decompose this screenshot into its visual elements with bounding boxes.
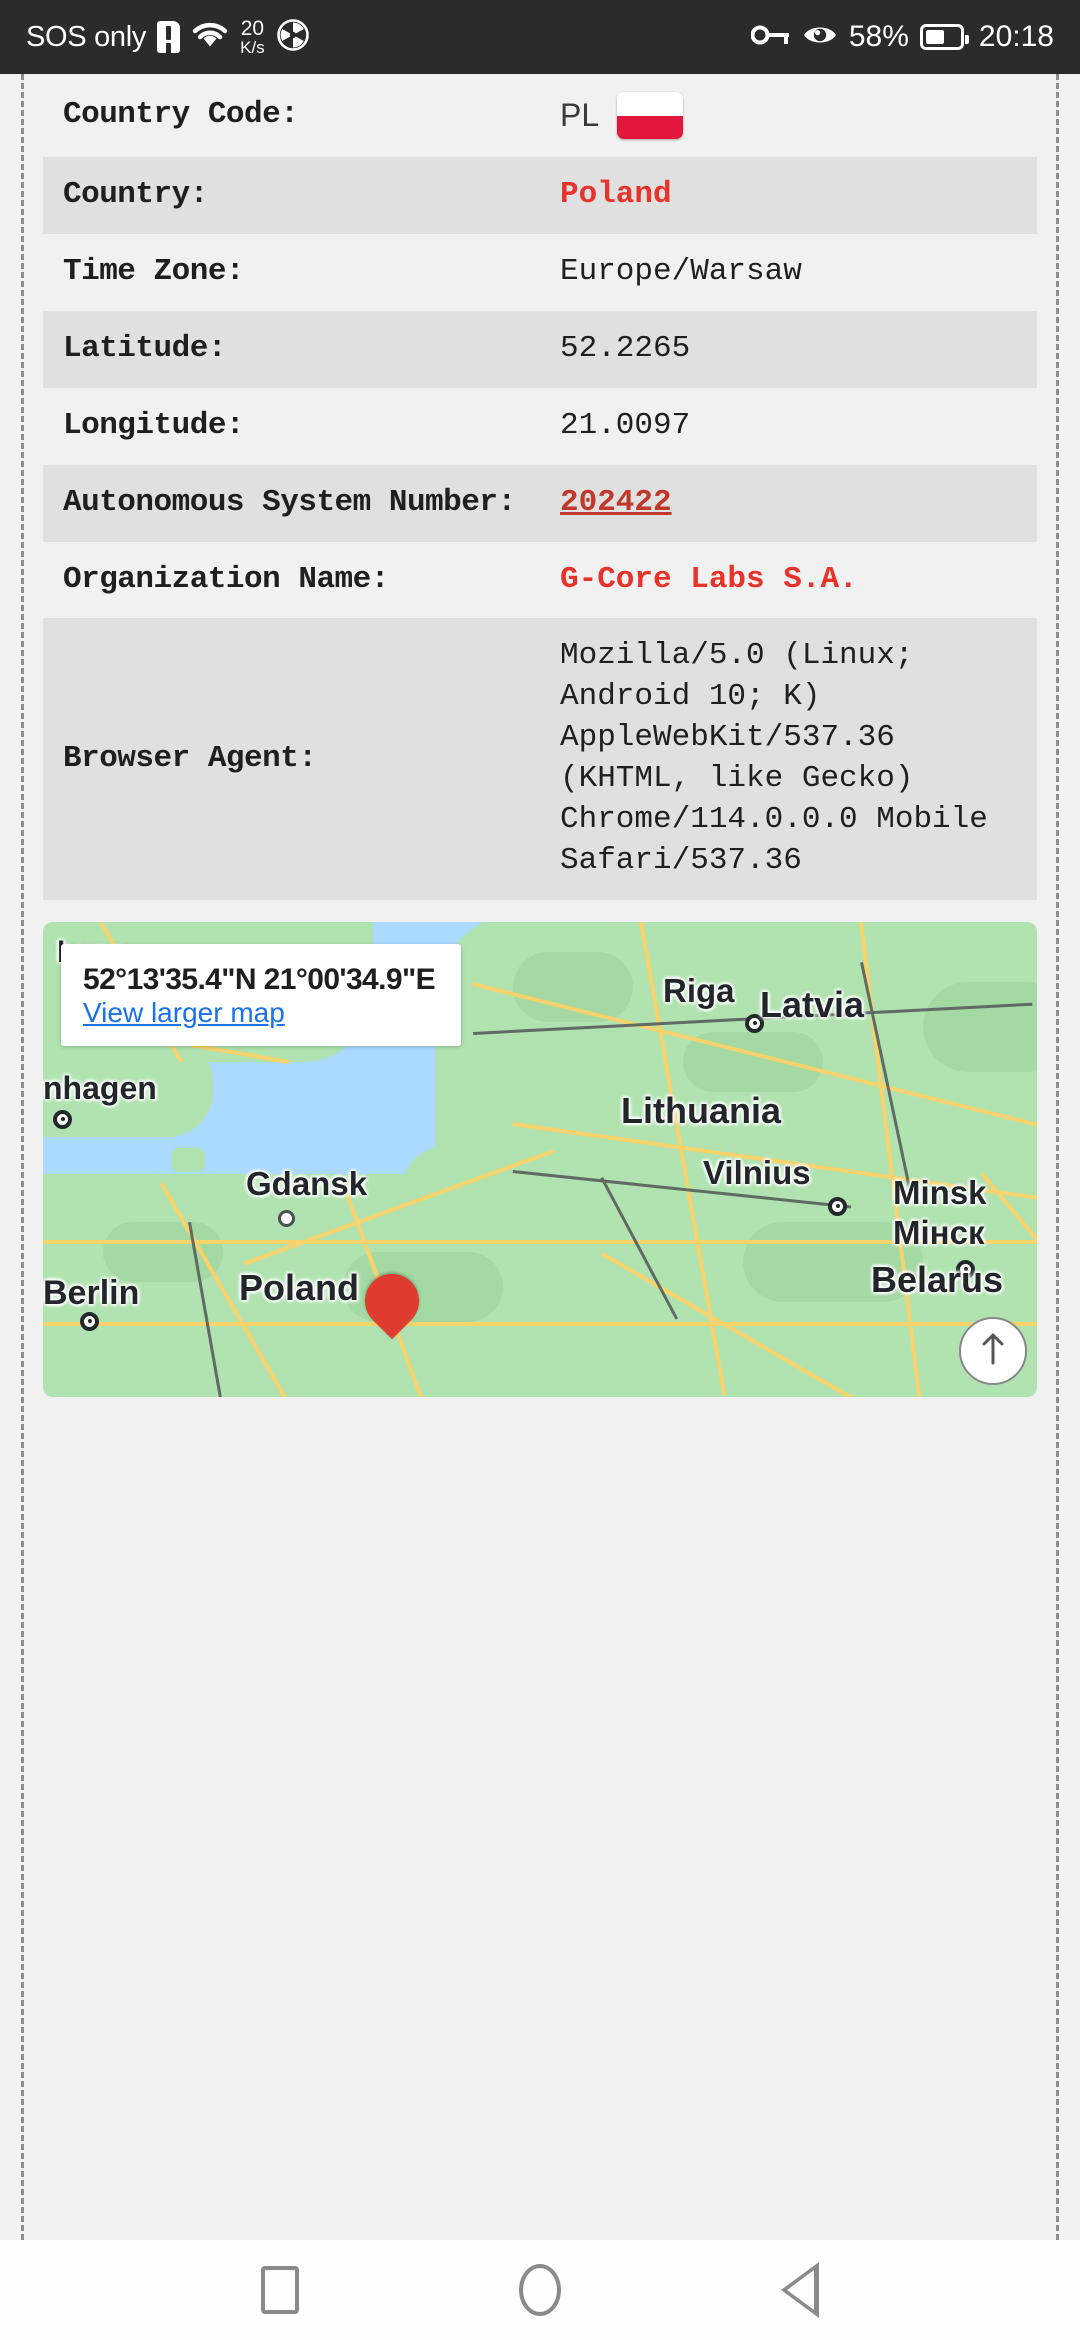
network-speed-value: 20 bbox=[240, 17, 265, 40]
map-label-city: Gdansk bbox=[246, 1164, 368, 1202]
table-row-key: Country Code: bbox=[63, 97, 299, 133]
table-row: Time Zone: Europe/Warsaw bbox=[43, 234, 1037, 311]
city-dot-copenhagen bbox=[53, 1109, 72, 1129]
map-label-country: Belarus bbox=[871, 1258, 1004, 1300]
table-row: Autonomous System Number: 202422 bbox=[43, 464, 1037, 542]
network-speed-indicator: 20 K/s bbox=[240, 18, 265, 56]
user-agent-value: Mozilla/5.0 (Linux; Android 10; K) Apple… bbox=[560, 638, 988, 878]
map-label-city: Minsk bbox=[893, 1173, 987, 1211]
table-row-value: 21.0097 bbox=[560, 407, 691, 443]
android-navigation-bar bbox=[0, 2240, 1080, 2340]
view-larger-map-link[interactable]: View larger map bbox=[83, 997, 285, 1028]
network-speed-unit: K/s bbox=[240, 38, 265, 57]
scroll-to-top-button[interactable] bbox=[959, 1316, 1027, 1385]
table-row: Organization Name: G-Core Labs S.A. bbox=[43, 542, 1037, 619]
map-label-city: Riga bbox=[663, 971, 735, 1009]
map-road bbox=[43, 1321, 1037, 1326]
asn-link[interactable]: 202422 bbox=[560, 485, 672, 520]
table-row-value: PL bbox=[540, 74, 1037, 157]
map-label-country: Poland bbox=[239, 1266, 360, 1308]
map-forest-a bbox=[513, 951, 633, 1022]
recents-square-icon[interactable] bbox=[261, 2266, 299, 2314]
map-info-card[interactable]: 52°13'35.4"N 21°00'34.9"E View larger ma… bbox=[61, 943, 461, 1046]
map-land-bornholm bbox=[171, 1147, 205, 1172]
eye-care-icon bbox=[802, 21, 838, 54]
table-row-value[interactable]: 202422 bbox=[540, 464, 1037, 542]
status-bar-right: 58% 20:18 bbox=[750, 20, 1054, 54]
page-inner: Country Code: PL Country: Poland Time Zone: E… bbox=[24, 74, 1056, 1397]
poland-flag-icon bbox=[617, 92, 684, 139]
country-code-value: PL bbox=[560, 92, 1017, 139]
city-dot-berlin bbox=[80, 1311, 99, 1331]
city-dot-gdansk bbox=[278, 1209, 295, 1227]
table-row-key: Latitude: bbox=[43, 310, 540, 388]
table-row-key: Country: bbox=[43, 157, 540, 234]
map-label-city: Мінск bbox=[893, 1213, 985, 1251]
city-dot-vilnius bbox=[828, 1196, 847, 1216]
back-triangle-icon[interactable] bbox=[781, 2262, 819, 2318]
map-label-city: Berlin bbox=[43, 1273, 140, 1312]
ip-info-table: Country Code: PL Country: Poland Time Zone: E… bbox=[43, 74, 1037, 900]
arrow-up-icon bbox=[980, 1331, 1006, 1370]
map-label-country: Lithuania bbox=[621, 1089, 781, 1131]
table-row-value: Mozilla/5.0 (Linux; Android 10; K) Apple… bbox=[540, 618, 1037, 900]
status-bar: SOS only 20 K/s 58% 20:18 bbox=[0, 0, 1080, 74]
map-label-city: nhagen bbox=[43, 1069, 157, 1106]
battery-icon bbox=[919, 24, 969, 50]
table-row: Longitude: 21.0097 bbox=[43, 388, 1037, 465]
table-row: Browser Agent: Mozilla/5.0 (Linux; Androi… bbox=[43, 618, 1037, 900]
table-row-value: 52.2265 bbox=[540, 310, 1037, 388]
map-coordinates-label: 52°13'35.4"N 21°00'34.9"E bbox=[83, 962, 436, 996]
battery-percent-label: 58% bbox=[848, 20, 909, 53]
table-row-key: Browser Agent: bbox=[43, 618, 540, 900]
table-row-key: Autonomous System Number: bbox=[43, 464, 540, 542]
fan-icon bbox=[276, 18, 310, 57]
status-bar-left: SOS only 20 K/s bbox=[26, 18, 310, 57]
sim-warning-icon bbox=[157, 21, 181, 53]
highlighted-value: G-Core Labs S.A. bbox=[560, 561, 858, 597]
country-code-label: PL bbox=[560, 97, 600, 134]
table-row: Country: Poland bbox=[43, 157, 1037, 234]
table-row-key: Time Zone: bbox=[63, 253, 245, 289]
table-row-value: Poland bbox=[540, 157, 1037, 234]
table-row-value: G-Core Labs S.A. bbox=[540, 542, 1037, 619]
table-row-key: Organization Name: bbox=[63, 561, 389, 597]
map-label-country: Latvia bbox=[760, 983, 865, 1025]
carrier-label: SOS only bbox=[26, 20, 147, 53]
home-circle-icon[interactable] bbox=[519, 2264, 561, 2316]
map-forest-e bbox=[103, 1221, 223, 1282]
map-label-city: Vilnius bbox=[703, 1153, 811, 1191]
highlighted-value: Poland bbox=[560, 177, 672, 212]
phone-screen: SOS only 20 K/s 58% 20:18 Country Code: … bbox=[0, 0, 1080, 2340]
table-row: Country Code: PL bbox=[43, 74, 1037, 157]
table-row-key: Longitude: bbox=[63, 407, 245, 443]
table-row-value: Europe/Warsaw bbox=[560, 253, 802, 289]
google-map-embed[interactable]: burgRigaLatvianhagenLithuaniaVilniusGdan… bbox=[43, 921, 1037, 1397]
vpn-key-icon bbox=[750, 22, 791, 53]
wifi-icon bbox=[191, 20, 229, 55]
webpage-viewport[interactable]: Country Code: PL Country: Poland Time Zone: E… bbox=[21, 74, 1059, 2240]
clock-label: 20:18 bbox=[978, 20, 1054, 53]
table-row: Latitude: 52.2265 bbox=[43, 310, 1037, 388]
map-forest-f bbox=[923, 981, 1037, 1072]
